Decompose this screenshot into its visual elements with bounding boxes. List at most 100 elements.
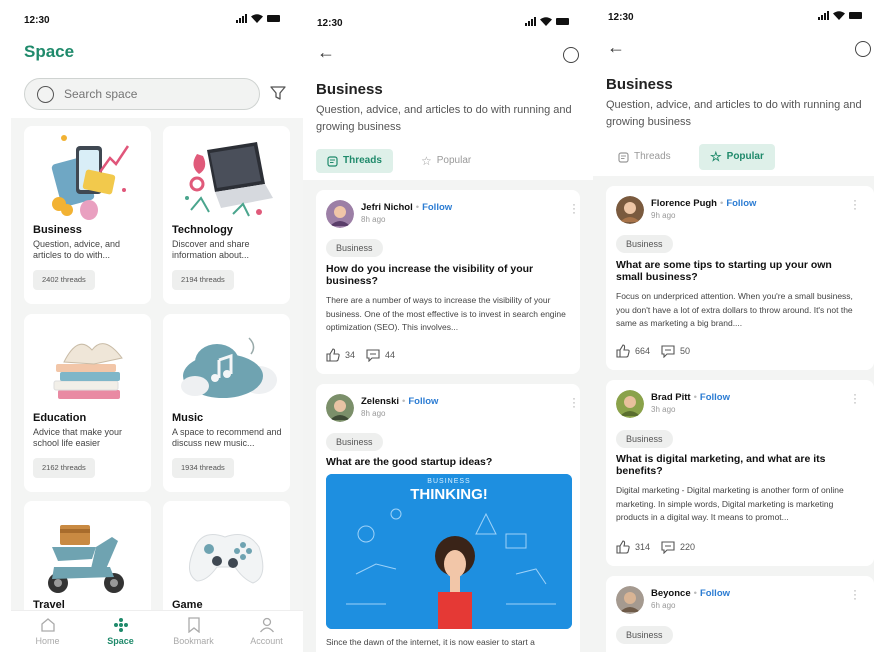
thread-card[interactable]: Florence Pugh • Follow 9h ago · · · Business… [606,186,874,370]
tab-threads[interactable]: Threads [316,149,393,173]
space-detail-header: 12:30 ← Business Question, advice, and a… [303,0,593,180]
wifi-icon [833,11,845,20]
thread-card[interactable]: Beyonce • Follow 6h ago · · · Business [606,576,874,652]
tab-label: Bookmark [173,636,214,646]
status-time: 12:30 [24,15,50,26]
search-bar[interactable] [24,78,260,110]
signal-icon [525,17,536,26]
follow-button[interactable]: Follow [408,396,438,407]
more-options-icon[interactable]: · · · [853,194,857,214]
post-time: 9h ago [651,211,676,220]
follow-button[interactable]: Follow [700,588,730,599]
like-icon[interactable] [616,540,630,554]
page-title: Space [24,42,75,61]
bottom-tab-bar: Home Space Bookmark Account [11,610,303,652]
post-title[interactable]: What are some tips to starting up your o… [616,259,846,283]
technology-illustration [185,142,273,217]
comment-count: 220 [680,542,696,552]
post-title[interactable]: How do you increase the visibility of yo… [326,263,566,287]
tab-label: Threads [634,151,671,162]
search-icon[interactable] [563,47,579,63]
tab-space[interactable]: Space [84,611,157,652]
battery-icon [556,18,569,25]
more-options-icon[interactable]: · · · [853,584,857,604]
comment-icon[interactable] [661,344,675,358]
search-icon[interactable] [855,41,871,57]
tab-threads[interactable]: Threads [607,145,682,169]
card-title: Music [172,412,204,424]
comment-count: 50 [680,346,691,356]
image-heading: THINKING! [410,486,488,503]
tab-label: Home [35,636,60,646]
filter-icon[interactable] [269,84,287,102]
post-body: Focus on underpriced attention. When you… [616,291,853,328]
card-description: Advice that make your school life easier [33,427,123,448]
post-body: There are a number of ways to increase t… [326,295,566,332]
like-icon[interactable] [616,344,630,358]
post-author-line: Beyonce • Follow [651,588,731,599]
thread-card[interactable]: Brad Pitt • Follow 3h ago · · · Business Wha… [606,380,874,566]
space-card-education[interactable]: Education Advice that make your school l… [24,314,151,492]
post-tag[interactable]: Business [616,430,673,448]
tab-popular[interactable]: ☆ Popular [410,149,482,173]
post-tag[interactable]: Business [616,626,673,644]
card-description: A space to recommend and discuss new mus… [172,427,282,448]
status-time: 12:30 [317,18,343,29]
popular-screen: 12:30 ← Business Question, advice, and a… [593,0,874,652]
space-card-technology[interactable]: Technology Discover and share informatio… [163,126,290,304]
space-card-music[interactable]: Music A space to recommend and discuss n… [163,314,290,492]
status-time: 12:30 [608,12,634,23]
comment-icon[interactable] [366,348,380,362]
card-title: Education [33,412,87,424]
user-icon [259,617,274,633]
back-arrow-icon[interactable]: ← [607,37,625,58]
search-input[interactable] [64,87,234,101]
more-options-icon[interactable]: · · · [853,388,857,408]
signal-icon [236,14,247,23]
follow-button[interactable]: Follow [700,392,730,403]
card-title: Business [33,224,82,236]
follow-button[interactable]: Follow [422,202,452,213]
comment-icon[interactable] [661,540,675,554]
post-tag[interactable]: Business [326,433,383,451]
battery-icon [849,12,862,19]
author-name: Florence Pugh [651,198,717,209]
thread-card[interactable]: Jefri Nichol • Follow 8h ago · · · Business … [316,190,580,374]
like-count: 34 [345,350,356,360]
space-icon [113,618,128,632]
threads-icon [618,151,629,163]
page-title: Business [316,81,383,98]
post-author-line: Brad Pitt • Follow [651,392,730,403]
thread-card[interactable]: Zelenski • Follow 8h ago · · · Business What… [316,384,580,652]
post-tag[interactable]: Business [326,239,383,257]
back-arrow-icon[interactable]: ← [317,42,335,63]
author-name: Beyonce [651,588,691,599]
post-time: 8h ago [361,215,386,224]
like-count: 314 [635,542,651,552]
avatar [326,394,354,422]
post-author-line: Jefri Nichol • Follow [361,202,453,213]
post-image[interactable]: BUSINESS THINKING! [326,474,572,629]
bookmark-icon [187,617,200,633]
tab-account[interactable]: Account [230,611,303,652]
author-name: Jefri Nichol [361,202,413,213]
post-author-line: Zelenski • Follow [361,396,439,407]
more-options-icon[interactable]: · · · [572,198,576,218]
tab-home[interactable]: Home [11,611,84,652]
post-body: Since the dawn of the internet, it is no… [326,637,535,647]
post-tag[interactable]: Business [616,235,673,253]
image-caption: BUSINESS [427,478,471,485]
post-time: 8h ago [361,409,386,418]
more-options-icon[interactable]: · · · [572,392,576,412]
music-illustration [181,337,277,398]
wifi-icon [251,14,263,23]
space-card-business[interactable]: Business Question, advice, and articles … [24,126,151,304]
post-title[interactable]: What is digital marketing, and what are … [616,453,846,477]
follow-button[interactable]: Follow [726,198,756,209]
tab-bookmark[interactable]: Bookmark [157,611,230,652]
card-title: Technology [172,224,233,236]
status-bar: 12:30 [303,0,593,34]
tab-popular[interactable]: ☆ Popular [699,144,775,170]
post-title[interactable]: What are the good startup ideas? [326,456,566,468]
like-icon[interactable] [326,348,340,362]
